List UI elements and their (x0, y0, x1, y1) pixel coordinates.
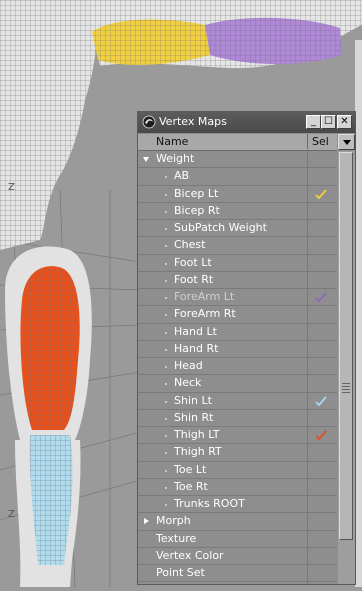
row-label: Bicep Rt (174, 203, 220, 217)
minimize-icon: _ (311, 116, 316, 127)
bullet-icon (165, 210, 167, 213)
bullet-icon (165, 193, 167, 196)
titlebar[interactable]: Vertex Maps _ ☐ ✕ (138, 112, 355, 133)
bullet-icon (165, 228, 167, 230)
bullet-icon (165, 452, 167, 455)
row-label: SubPatch Weight (174, 221, 267, 234)
bullet-icon (165, 314, 167, 317)
bullet-icon (165, 486, 167, 489)
bullet-icon (165, 417, 167, 420)
row-label: Hand Lt (174, 324, 217, 338)
bullet-icon (165, 262, 167, 265)
row-label: Neck (174, 376, 202, 390)
column-divider (307, 151, 308, 584)
row-label: Toe Rt (174, 479, 208, 493)
checkmark-icon[interactable] (314, 187, 328, 201)
row-label: Trunks ROOT (174, 497, 245, 510)
row-label: Foot Lt (174, 255, 212, 269)
collapsed-triangle-icon[interactable] (144, 518, 149, 525)
close-icon: ✕ (340, 116, 349, 127)
expanded-triangle-icon[interactable] (143, 157, 149, 162)
checkmark-icon[interactable] (314, 428, 328, 442)
bullet-icon (165, 435, 167, 437)
right-mesh-strip (355, 40, 362, 587)
list-menu-button[interactable] (338, 134, 355, 150)
bullet-icon (165, 400, 167, 403)
row-label: Foot Rt (174, 272, 214, 286)
vertex-maps-panel: Vertex Maps _ ☐ ✕ Name Sel Weight AB Bicep… (137, 111, 356, 585)
row-label: Chest (174, 238, 206, 252)
grid-label: Z (8, 509, 15, 520)
thigh-weight-map (20, 266, 80, 430)
bullet-icon (165, 383, 167, 386)
row-label: Weight (156, 152, 195, 165)
column-sel-header[interactable]: Sel (307, 134, 333, 149)
maximize-button[interactable]: ☐ (321, 115, 336, 129)
row-label: Head (174, 359, 203, 372)
row-label: ForeArm Rt (174, 307, 236, 321)
bullet-icon (165, 245, 167, 248)
bullet-icon (165, 366, 167, 368)
row-label: Thigh RT (174, 445, 222, 459)
grid-label: Z (8, 182, 15, 193)
checkmark-icon[interactable] (314, 394, 328, 408)
bullet-icon (165, 279, 167, 282)
bullet-icon (165, 176, 167, 179)
column-name-header[interactable]: Name (156, 135, 188, 148)
column-header: Name Sel (138, 134, 337, 151)
close-button[interactable]: ✕ (337, 115, 352, 129)
row-label: Toe Lt (174, 462, 207, 476)
row-label: ForeArm Lt (174, 290, 235, 303)
row-label: Shin Lt (174, 393, 212, 407)
row-label: Bicep Lt (174, 186, 219, 200)
scrollbar-grip-icon (342, 383, 350, 384)
row-label: Vertex Color (156, 548, 224, 562)
minimize-button[interactable]: _ (306, 115, 321, 129)
maximize-icon: ☐ (324, 116, 333, 127)
row-label: AB (174, 169, 190, 183)
row-label: Hand Rt (174, 341, 219, 355)
bullet-icon (165, 504, 167, 506)
row-label: Shin Rt (174, 410, 214, 424)
bullet-icon (165, 469, 167, 472)
row-label: Point Set (156, 566, 205, 579)
window-title: Vertex Maps (159, 115, 227, 128)
checkmark-icon[interactable] (314, 290, 328, 304)
row-label: Morph (156, 514, 191, 528)
row-label: Thigh LT (174, 428, 220, 441)
bullet-icon (165, 331, 167, 334)
scrollbar-thumb[interactable] (339, 152, 353, 540)
bullet-icon (165, 348, 167, 351)
chevron-down-icon (343, 140, 351, 145)
row-label: Texture (156, 531, 197, 545)
lightwave-app-icon (142, 115, 156, 129)
bullet-icon (165, 297, 167, 299)
